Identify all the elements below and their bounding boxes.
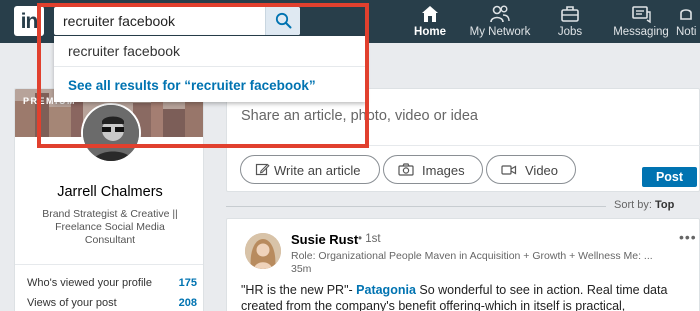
write-article-button[interactable]: Write an article [240, 155, 380, 184]
feed-post: Susie Rust • 1st Role: Organizational Pe… [226, 218, 700, 311]
nav-network-label: My Network [469, 26, 531, 38]
post-avatar-image [245, 233, 281, 269]
post-author-role: Role: Organizational People Maven in Acq… [291, 250, 653, 262]
sort-control[interactable]: Sort by: Top [614, 199, 674, 211]
nav-messaging[interactable]: Messaging [606, 0, 676, 43]
nav-jobs[interactable]: Jobs [550, 0, 590, 43]
stat-post-views[interactable]: Views of your post 208 [27, 297, 197, 311]
nav-jobs-label: Jobs [557, 26, 583, 38]
profile-headline: Brand Strategist & Creative || Freelance… [42, 208, 178, 246]
bell-icon [680, 9, 692, 20]
stat-profile-views[interactable]: Who's viewed your profile 175 [27, 277, 197, 295]
more-options-icon[interactable]: ••• [679, 229, 697, 245]
nav-home[interactable]: Home [410, 0, 450, 43]
video-button[interactable]: Video [486, 155, 576, 184]
post-button[interactable]: Post [642, 167, 697, 187]
sort-value: Top [654, 199, 675, 211]
images-button[interactable]: Images [383, 155, 483, 184]
post-body-text: So wonderful to see in action. Real time… [415, 283, 668, 297]
stat-label: Views of your post [27, 297, 117, 309]
nav-notifications[interactable]: Noti [676, 0, 700, 43]
connection-degree: • 1st [358, 233, 381, 245]
post-body: "HR is the new PR"- Patagonia So wonderf… [241, 282, 699, 311]
post-author-name[interactable]: Susie Rust [291, 232, 358, 247]
post-body-text: "HR is the new PR"- [241, 283, 357, 297]
chat-icon [632, 6, 651, 24]
post-timestamp: 35m [291, 263, 312, 275]
post-mention-link[interactable]: Patagonia [356, 283, 416, 297]
post-body-text: created from the company's benefit offer… [241, 299, 626, 311]
home-icon [422, 6, 438, 22]
nav-home-label: Home [414, 26, 446, 38]
stat-label: Who's viewed your profile [27, 277, 152, 289]
sort-divider [226, 206, 606, 207]
annotation-highlight-box [37, 3, 369, 148]
post-author-avatar[interactable] [245, 233, 281, 269]
images-label: Images [422, 163, 465, 178]
video-icon [501, 165, 517, 175]
stat-value: 175 [178, 277, 197, 289]
video-label: Video [525, 163, 559, 178]
sort-label: Sort by: [614, 199, 652, 211]
camera-icon [398, 163, 414, 176]
stat-value: 208 [178, 297, 197, 309]
briefcase-icon [561, 6, 579, 22]
people-icon [490, 5, 510, 23]
write-article-label: Write an article [274, 163, 361, 178]
nav-messaging-label: Messaging [613, 26, 669, 38]
pencil-icon [255, 163, 270, 176]
divider [15, 264, 203, 265]
nav-my-network[interactable]: My Network [466, 0, 534, 43]
nav-notifications-label: Noti [676, 26, 697, 38]
profile-name[interactable]: Jarrell Chalmers [15, 184, 203, 200]
